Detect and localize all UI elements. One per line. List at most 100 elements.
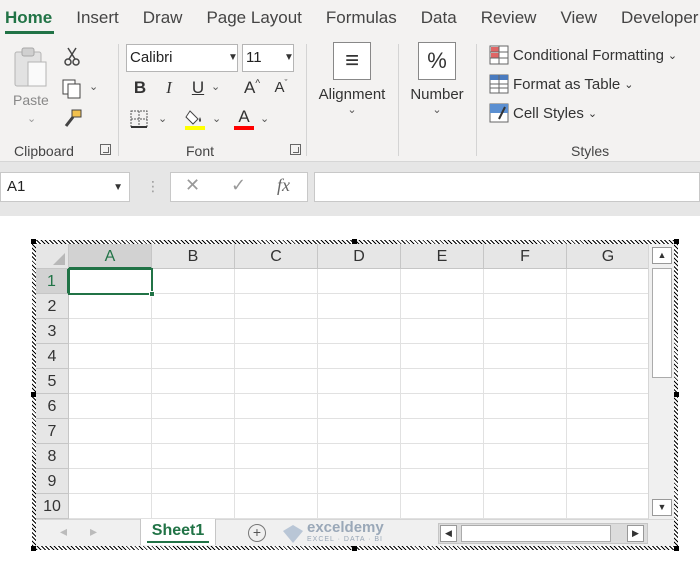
alignment-button[interactable]: ≡ Alignment ⌄ — [314, 42, 390, 116]
resize-handle[interactable] — [31, 392, 36, 397]
underline-button[interactable]: U — [187, 78, 209, 98]
percent-icon: % — [418, 42, 456, 80]
styles-group-label: Styles — [571, 143, 610, 159]
font-launcher-icon[interactable] — [290, 144, 301, 155]
paste-dropdown-icon[interactable]: ⌄ — [27, 112, 36, 125]
row-header[interactable]: 9 — [36, 469, 69, 494]
embedded-sheet-frame[interactable]: A B C D E F G 1 2 3 4 5 6 7 8 9 10 ▲ ▼ ◂… — [31, 239, 679, 551]
conditional-formatting-button[interactable]: Conditional Formatting ⌄ — [489, 44, 677, 66]
format-as-table-dropdown-icon: ⌄ — [624, 78, 634, 91]
tab-formulas[interactable]: Formulas — [314, 0, 409, 36]
formula-input[interactable] — [314, 172, 700, 202]
name-box-dropdown-icon[interactable]: ▼ — [113, 174, 123, 202]
tab-view[interactable]: View — [548, 0, 609, 36]
resize-handle[interactable] — [31, 239, 36, 244]
sheet-tab-sheet1[interactable]: Sheet1 — [140, 519, 216, 545]
format-painter-icon[interactable] — [60, 108, 84, 130]
italic-button[interactable]: I — [158, 78, 180, 98]
formula-bar: A1 ▼ ⋮ ✕ ✓ fx — [0, 162, 700, 216]
column-header[interactable]: A — [69, 244, 152, 269]
conditional-formatting-icon — [489, 45, 509, 65]
cancel-icon[interactable]: ✕ — [185, 175, 200, 196]
tab-review[interactable]: Review — [469, 0, 549, 36]
column-header[interactable]: E — [401, 244, 484, 269]
increase-font-size-button[interactable]: A^ — [241, 78, 263, 98]
tab-home[interactable]: Home — [0, 0, 64, 36]
scroll-down-icon[interactable]: ▼ — [652, 499, 672, 516]
paste-button[interactable]: Paste — [13, 92, 49, 108]
select-all-button[interactable] — [36, 244, 69, 269]
tab-page-layout[interactable]: Page Layout — [194, 0, 313, 36]
fill-color-dropdown-icon[interactable]: ⌄ — [212, 112, 221, 125]
font-color-icon[interactable]: A — [232, 106, 256, 132]
row-header[interactable]: 4 — [36, 344, 69, 369]
formula-bar-splitter-icon[interactable]: ⋮ — [146, 178, 160, 195]
row-header[interactable]: 2 — [36, 294, 69, 319]
column-header[interactable]: G — [567, 244, 648, 269]
borders-icon[interactable] — [128, 108, 150, 130]
cell-grid[interactable] — [69, 269, 648, 519]
resize-handle[interactable] — [674, 392, 679, 397]
column-header[interactable]: D — [318, 244, 401, 269]
resize-handle[interactable] — [31, 546, 36, 551]
watermark-tagline: EXCEL · DATA · BI — [307, 536, 383, 543]
fill-handle[interactable] — [149, 291, 155, 297]
underline-dropdown-icon[interactable]: ⌄ — [211, 80, 220, 93]
copy-dropdown-icon[interactable]: ⌄ — [89, 80, 98, 93]
resize-handle[interactable] — [352, 239, 357, 244]
sheet-tab-bar: ◂ ▸ Sheet1 + exceldemy EXCEL · DATA · BI… — [36, 519, 674, 546]
number-button[interactable]: % Number ⌄ — [404, 42, 470, 116]
horizontal-scroll-thumb[interactable] — [461, 525, 611, 542]
scroll-right-icon[interactable]: ▶ — [627, 525, 644, 542]
format-as-table-label: Format as Table — [513, 75, 621, 93]
row-header[interactable]: 1 — [36, 269, 69, 294]
horizontal-scrollbar[interactable]: ◀ ▶ — [438, 523, 648, 544]
row-header[interactable]: 10 — [36, 494, 69, 519]
clipboard-launcher-icon[interactable] — [100, 144, 111, 155]
enter-icon[interactable]: ✓ — [231, 175, 246, 196]
vertical-scroll-thumb[interactable] — [652, 268, 672, 378]
scroll-up-icon[interactable]: ▲ — [652, 247, 672, 264]
add-sheet-icon[interactable]: + — [248, 524, 266, 542]
tab-insert[interactable]: Insert — [64, 0, 131, 36]
tab-data[interactable]: Data — [409, 0, 469, 36]
paste-icon[interactable] — [12, 46, 50, 92]
bold-button[interactable]: B — [129, 78, 151, 98]
column-header[interactable]: F — [484, 244, 567, 269]
resize-handle[interactable] — [674, 239, 679, 244]
row-header[interactable]: 5 — [36, 369, 69, 394]
format-as-table-button[interactable]: Format as Table ⌄ — [489, 73, 634, 95]
name-box[interactable]: A1 ▼ — [0, 172, 130, 202]
row-header[interactable]: 8 — [36, 444, 69, 469]
active-cell[interactable] — [68, 268, 153, 295]
vertical-scrollbar[interactable]: ▲ ▼ — [648, 244, 674, 519]
sheet-nav-next-icon[interactable]: ▸ — [90, 523, 97, 540]
insert-function-button[interactable]: fx — [277, 175, 290, 196]
group-separator — [476, 44, 477, 156]
column-header[interactable]: C — [235, 244, 318, 269]
tab-developer[interactable]: Developer — [609, 0, 700, 36]
row-header[interactable]: 7 — [36, 419, 69, 444]
fill-color-icon[interactable] — [183, 106, 207, 132]
decrease-font-size-button[interactable]: Aˇ — [270, 78, 292, 96]
resize-handle[interactable] — [674, 546, 679, 551]
borders-dropdown-icon[interactable]: ⌄ — [158, 112, 167, 125]
cell-styles-dropdown-icon: ⌄ — [587, 107, 598, 120]
row-header[interactable]: 3 — [36, 319, 69, 344]
group-separator — [306, 44, 307, 156]
sheet-nav-prev-icon[interactable]: ◂ — [60, 523, 67, 540]
resize-handle[interactable] — [352, 546, 357, 551]
cell-styles-label: Cell Styles — [513, 104, 584, 122]
grid: A B C D E F G 1 2 3 4 5 6 7 8 9 10 — [36, 244, 648, 519]
conditional-formatting-dropdown-icon: ⌄ — [667, 49, 678, 62]
tab-draw[interactable]: Draw — [131, 0, 195, 36]
cell-styles-button[interactable]: Cell Styles ⌄ — [489, 102, 597, 124]
font-name-select[interactable]: Calibri — [126, 44, 238, 72]
font-color-dropdown-icon[interactable]: ⌄ — [260, 112, 269, 125]
copy-icon[interactable] — [60, 78, 84, 100]
scroll-left-icon[interactable]: ◀ — [440, 525, 457, 542]
row-header[interactable]: 6 — [36, 394, 69, 419]
font-color-label: A — [238, 107, 250, 126]
column-header[interactable]: B — [152, 244, 235, 269]
cut-icon[interactable] — [62, 46, 82, 68]
